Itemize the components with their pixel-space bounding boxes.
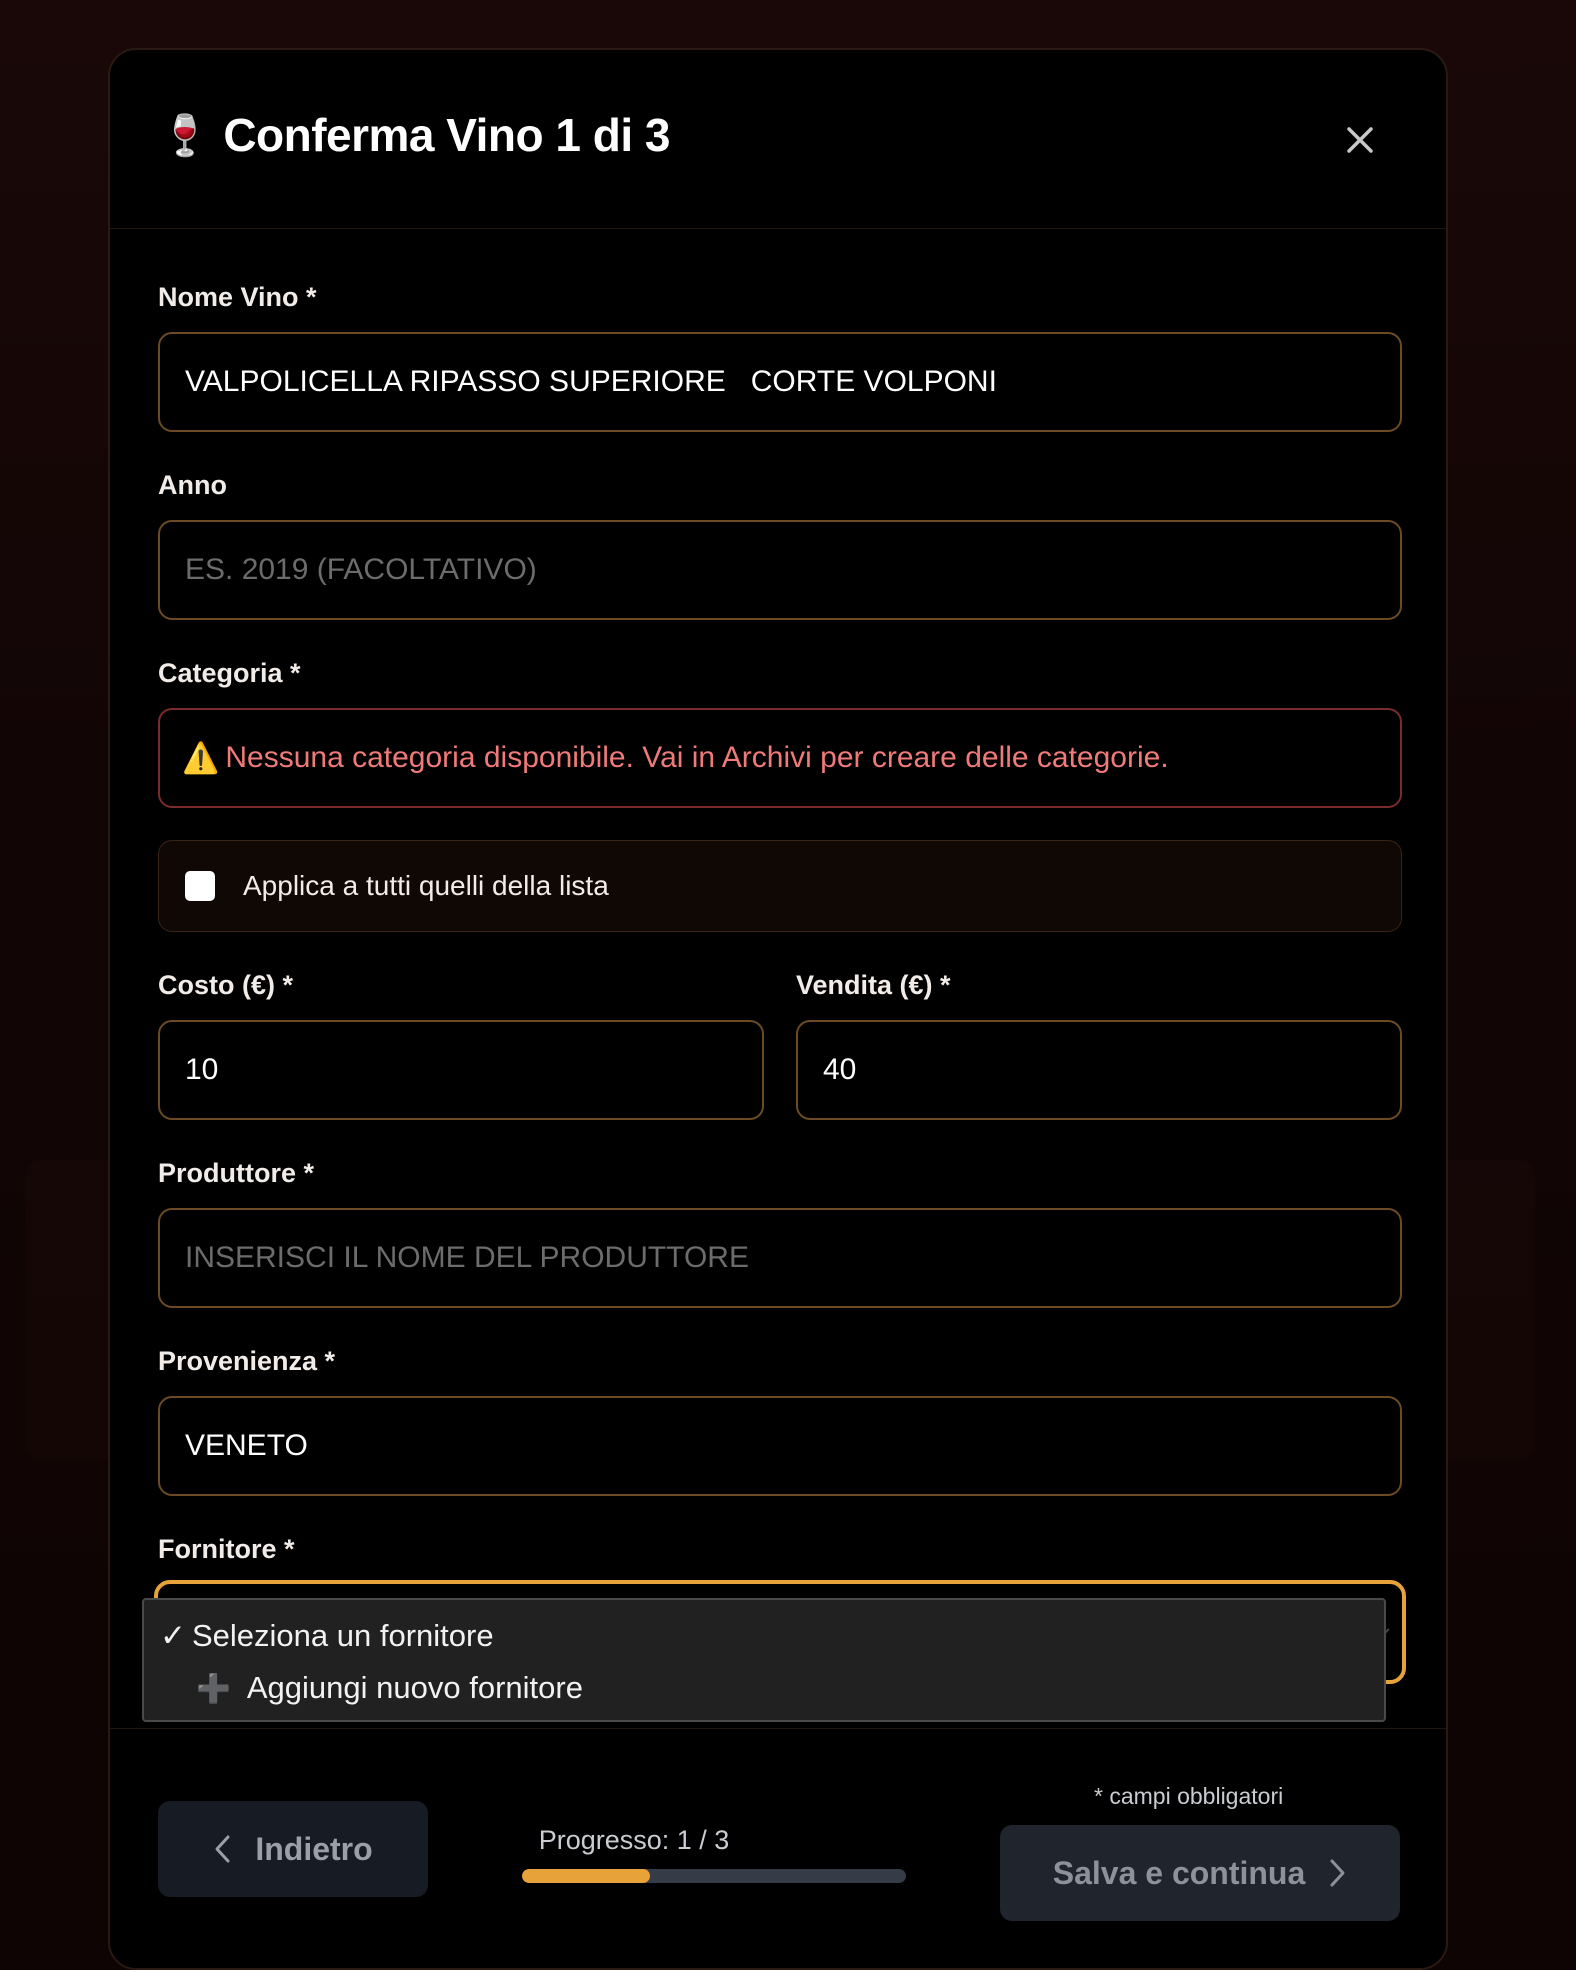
check-icon: ✓ — [160, 1618, 186, 1653]
produttore-label: Produttore * — [158, 1158, 315, 1188]
option-label: Seleziona un fornitore — [191, 1618, 494, 1653]
confirm-wine-modal: 🍷 Conferma Vino 1 di 3 Nome Vino * VALPO… — [108, 48, 1448, 1970]
progress-bar — [522, 1869, 906, 1883]
categoria-label: Categoria * — [158, 658, 301, 688]
progress-bar-fill — [522, 1869, 650, 1883]
option-label: Aggiungi nuovo fornitore — [246, 1670, 583, 1705]
provenienza-value: VENETO — [185, 1429, 308, 1462]
costo-label: Costo (€) * — [158, 970, 293, 1000]
produttore-placeholder: INSERISCI IL NOME DEL PRODUTTORE — [185, 1241, 749, 1274]
apply-all-label: Applica a tutti quelli della lista — [243, 870, 609, 901]
nome-vino-label: Nome Vino * — [158, 282, 317, 312]
categoria-error-box: ⚠️ Nessuna categoria disponibile. Vai in… — [158, 708, 1402, 808]
dropdown-option-select-supplier[interactable]: ✓ Seleziona un fornitore — [160, 1618, 494, 1654]
vendita-input[interactable]: 40 — [796, 1020, 1402, 1120]
modal-title: 🍷 Conferma Vino 1 di 3 — [160, 108, 671, 162]
progress-label: Progresso: 1 / 3 — [538, 1825, 730, 1855]
provenienza-label: Provenienza * — [158, 1346, 336, 1376]
fornitore-dropdown: ✓ Seleziona un fornitore ➕ Aggiungi nuov… — [142, 1598, 1386, 1722]
apply-all-row[interactable]: Applica a tutti quelli della lista — [158, 840, 1402, 932]
dropdown-option-add-supplier[interactable]: ➕ Aggiungi nuovo fornitore — [196, 1670, 583, 1706]
provenienza-input[interactable]: VENETO — [158, 1396, 1402, 1496]
close-button[interactable] — [1340, 120, 1380, 160]
warning-icon: ⚠️ — [182, 741, 220, 775]
back-button[interactable]: Indietro — [158, 1801, 428, 1897]
costo-value: 10 — [185, 1053, 219, 1086]
chevron-right-icon — [1330, 1859, 1345, 1887]
chevron-left-icon — [215, 1835, 230, 1863]
required-fields-note: * campi obbligatori — [1094, 1783, 1284, 1809]
nome-vino-input[interactable]: VALPOLICELLA RIPASSO SUPERIORE CORTE VOL… — [158, 332, 1402, 432]
anno-label: Anno — [158, 470, 227, 500]
back-button-label: Indietro — [255, 1830, 373, 1867]
produttore-input[interactable]: INSERISCI IL NOME DEL PRODUTTORE — [158, 1208, 1402, 1308]
wine-glass-icon: 🍷 — [160, 113, 210, 158]
vendita-label: Vendita (€) * — [796, 970, 951, 1000]
categoria-error-text: Nessuna categoria disponibile. Vai in Ar… — [225, 741, 1169, 774]
modal-title-text: Conferma Vino 1 di 3 — [223, 109, 671, 161]
anno-input[interactable]: ES. 2019 (FACOLTATIVO) — [158, 520, 1402, 620]
save-button-label: Salva e continua — [1052, 1854, 1306, 1891]
nome-vino-value: VALPOLICELLA RIPASSO SUPERIORE CORTE VOL… — [185, 365, 997, 398]
plus-icon: ➕ — [196, 1672, 231, 1704]
anno-placeholder: ES. 2019 (FACOLTATIVO) — [185, 553, 537, 586]
vendita-value: 40 — [823, 1053, 857, 1086]
save-continue-button[interactable]: Salva e continua — [1000, 1825, 1400, 1921]
modal-footer: Indietro Progresso: 1 / 3 * campi obblig… — [110, 1728, 1446, 1968]
costo-input[interactable]: 10 — [158, 1020, 764, 1120]
modal-header: 🍷 Conferma Vino 1 di 3 — [110, 50, 1446, 229]
apply-all-checkbox[interactable] — [185, 871, 215, 901]
close-icon — [1347, 127, 1373, 153]
fornitore-label: Fornitore * — [158, 1534, 295, 1564]
